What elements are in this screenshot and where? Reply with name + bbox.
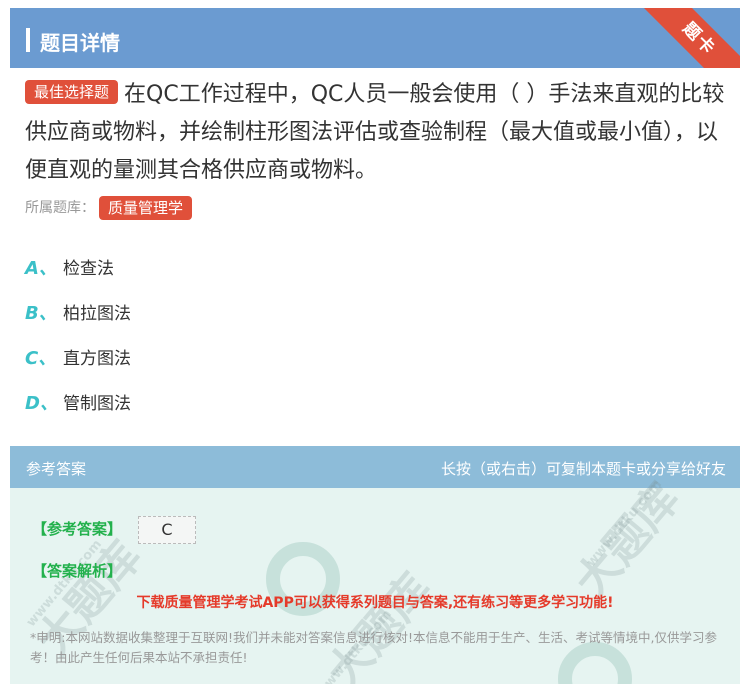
- answer-header-title: 参考答案: [26, 460, 87, 478]
- page-title: 题目详情: [40, 31, 120, 55]
- option-c[interactable]: C、 直方图法: [25, 334, 131, 379]
- watermark-brand: 大题库: [565, 473, 690, 608]
- question-bank-row: 所属题库： 质量管理学: [25, 196, 198, 220]
- option-text: 直方图法: [63, 349, 131, 369]
- answer-panel: 参考答案 长按（或右击）可复制本题卡或分享给好友 大题库 大题库 大题库 www…: [10, 446, 740, 684]
- option-d[interactable]: D、 管制图法: [25, 379, 131, 424]
- option-text: 柏拉图法: [63, 304, 131, 324]
- card-ribbon: 题卡: [633, 8, 740, 68]
- watermark-url: www.dtku.com: [23, 537, 106, 630]
- option-letter: B、: [25, 302, 57, 324]
- option-a[interactable]: A、 检查法: [25, 244, 131, 289]
- answer-label: 【参考答案】: [32, 520, 123, 538]
- bank-label: 所属题库：: [25, 200, 95, 216]
- answer-value[interactable]: C: [138, 516, 196, 544]
- disclaimer-text: *申明:本网站数据收集整理于互联网!我们并未能对答案信息进行核对!本信息不能用于…: [30, 630, 717, 665]
- question-type-tag: 最佳选择题: [25, 80, 119, 104]
- share-hint: 长按（或右击）可复制本题卡或分享给好友: [440, 460, 726, 478]
- watermark-url: www.dtku.com: [583, 477, 666, 570]
- question-block: 最佳选择题 在QC工作过程中，QC人员一般会使用（ ）手法来直观的比较供应商或物料…: [25, 76, 735, 190]
- option-text: 管制图法: [63, 394, 131, 414]
- option-letter: D、: [25, 392, 58, 414]
- option-b[interactable]: B、 柏拉图法: [25, 289, 131, 334]
- option-letter: C、: [25, 347, 57, 369]
- bank-tag[interactable]: 质量管理学: [99, 196, 193, 220]
- answer-header: 参考答案 长按（或右击）可复制本题卡或分享给好友: [10, 446, 740, 488]
- option-letter: A、: [25, 257, 57, 279]
- question-text: 在QC工作过程中，QC人员一般会使用（ ）手法来直观的比较供应商或物料，并绘制柱…: [25, 82, 725, 183]
- header-bar: 题目详情 题卡: [10, 8, 740, 68]
- option-text: 检查法: [63, 259, 114, 279]
- title-accent-bar: [26, 28, 30, 52]
- options-list: A、 检查法 B、 柏拉图法 C、 直方图法 D、 管制图法: [25, 244, 131, 424]
- analysis-label: 【答案解析】: [32, 562, 123, 580]
- app-download-link[interactable]: 下载质量管理学考试APP可以获得系列题目与答案,还有练习等更多学习功能!: [10, 592, 740, 612]
